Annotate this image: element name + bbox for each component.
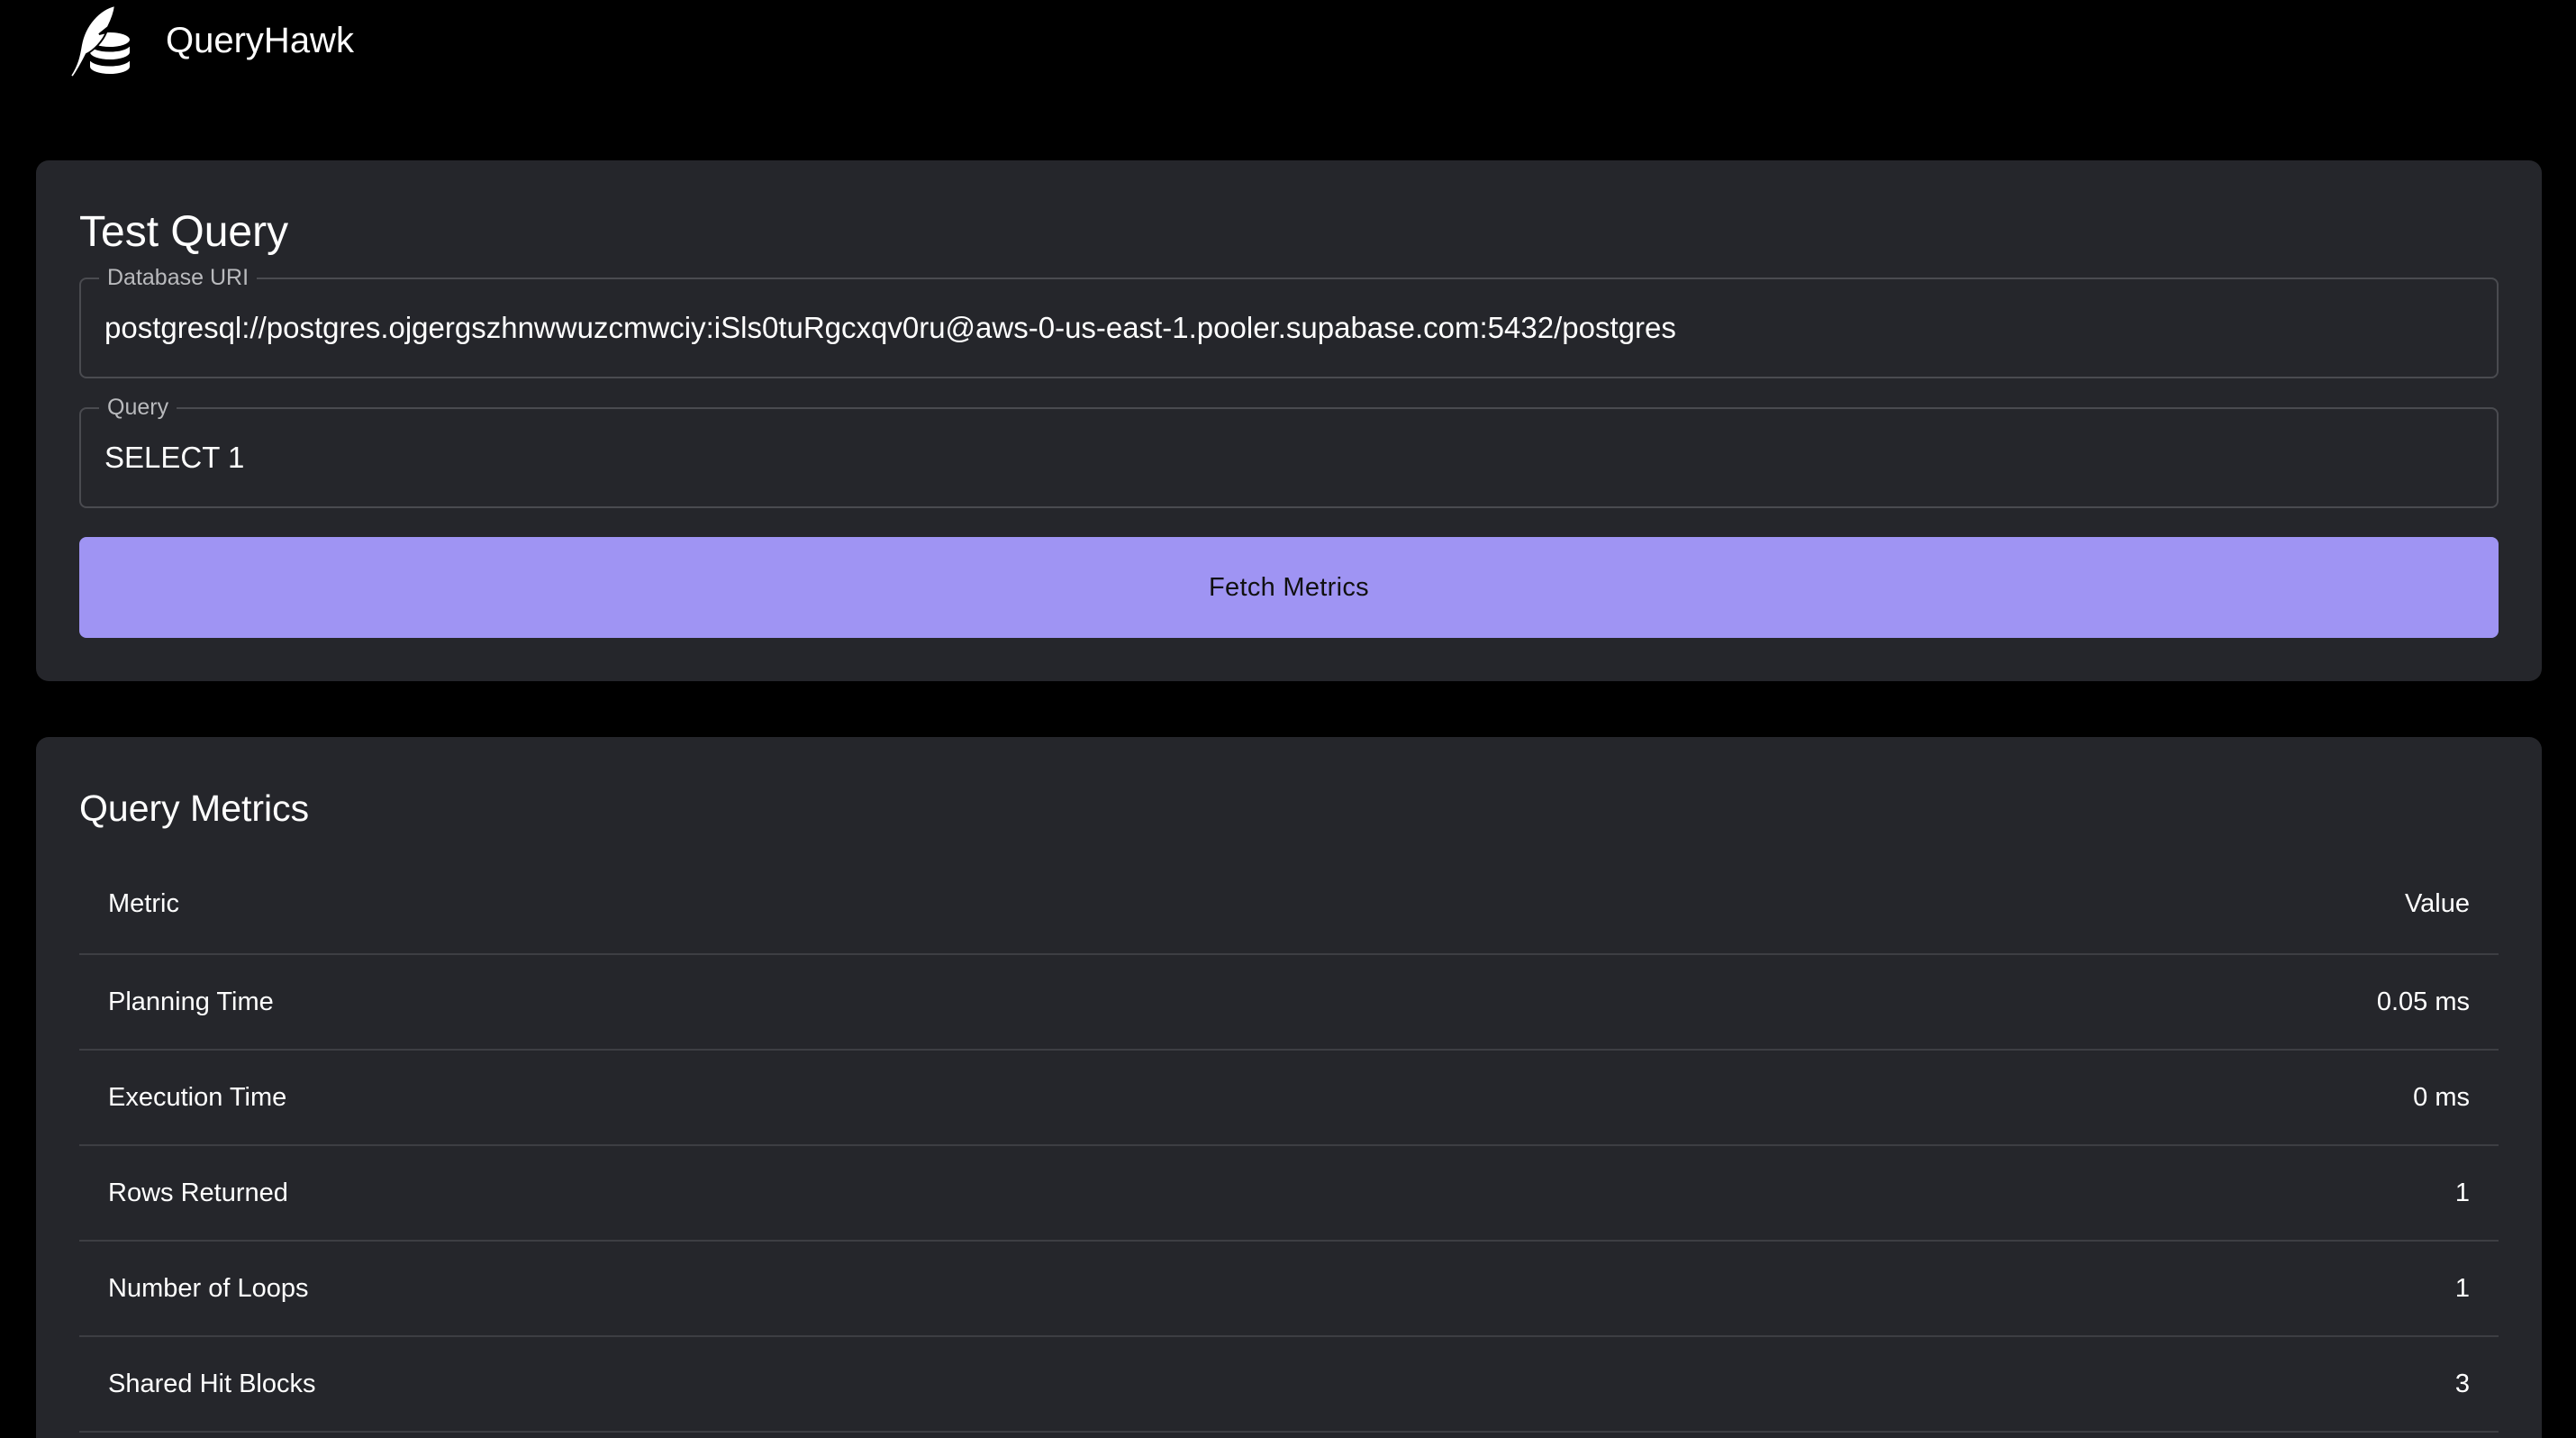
table-row: Execution Time 0 ms [79, 1051, 2499, 1146]
metric-name: Rows Returned [108, 1178, 288, 1207]
page: QueryHawk Test Query Database URI postgr… [0, 0, 2576, 1438]
metric-name: Number of Loops [108, 1273, 309, 1303]
query-field[interactable]: Query SELECT 1 [79, 394, 2499, 508]
metric-value: 1 [2454, 1178, 2470, 1207]
metric-value: 1 [2454, 1273, 2470, 1303]
database-uri-field[interactable]: Database URI postgresql://postgres.ojger… [79, 264, 2499, 378]
metric-name: Planning Time [108, 987, 274, 1016]
table-row: Shared Hit Blocks 3 [79, 1337, 2499, 1433]
metric-name: Shared Hit Blocks [108, 1369, 316, 1398]
database-uri-input[interactable]: postgresql://postgres.ojgergszhnwwuzcmwc… [104, 279, 1676, 377]
metric-value: 0 ms [2413, 1082, 2470, 1112]
query-metrics-title: Query Metrics [79, 787, 310, 829]
query-metrics-card: Query Metrics Metric Value Planning Time… [36, 737, 2542, 1438]
test-query-card: Test Query Database URI postgresql://pos… [36, 160, 2542, 681]
table-row: Number of Loops 1 [79, 1242, 2499, 1337]
app-title: QueryHawk [166, 20, 354, 60]
column-header-value: Value [2404, 888, 2470, 918]
metrics-table: Metric Value Planning Time 0.05 ms Execu… [79, 854, 2499, 1433]
fetch-metrics-button[interactable]: Fetch Metrics [79, 537, 2499, 638]
metric-value: 0.05 ms [2376, 987, 2470, 1016]
column-header-metric: Metric [108, 888, 179, 918]
metric-name: Execution Time [108, 1082, 287, 1112]
metric-value: 3 [2454, 1369, 2470, 1398]
app-header: QueryHawk [63, 0, 354, 81]
table-row: Planning Time 0.05 ms [79, 955, 2499, 1051]
table-header-row: Metric Value [79, 854, 2499, 955]
query-input[interactable]: SELECT 1 [104, 409, 244, 506]
test-query-title: Test Query [79, 208, 289, 256]
table-row: Rows Returned 1 [79, 1146, 2499, 1242]
feather-database-icon[interactable] [63, 2, 141, 79]
